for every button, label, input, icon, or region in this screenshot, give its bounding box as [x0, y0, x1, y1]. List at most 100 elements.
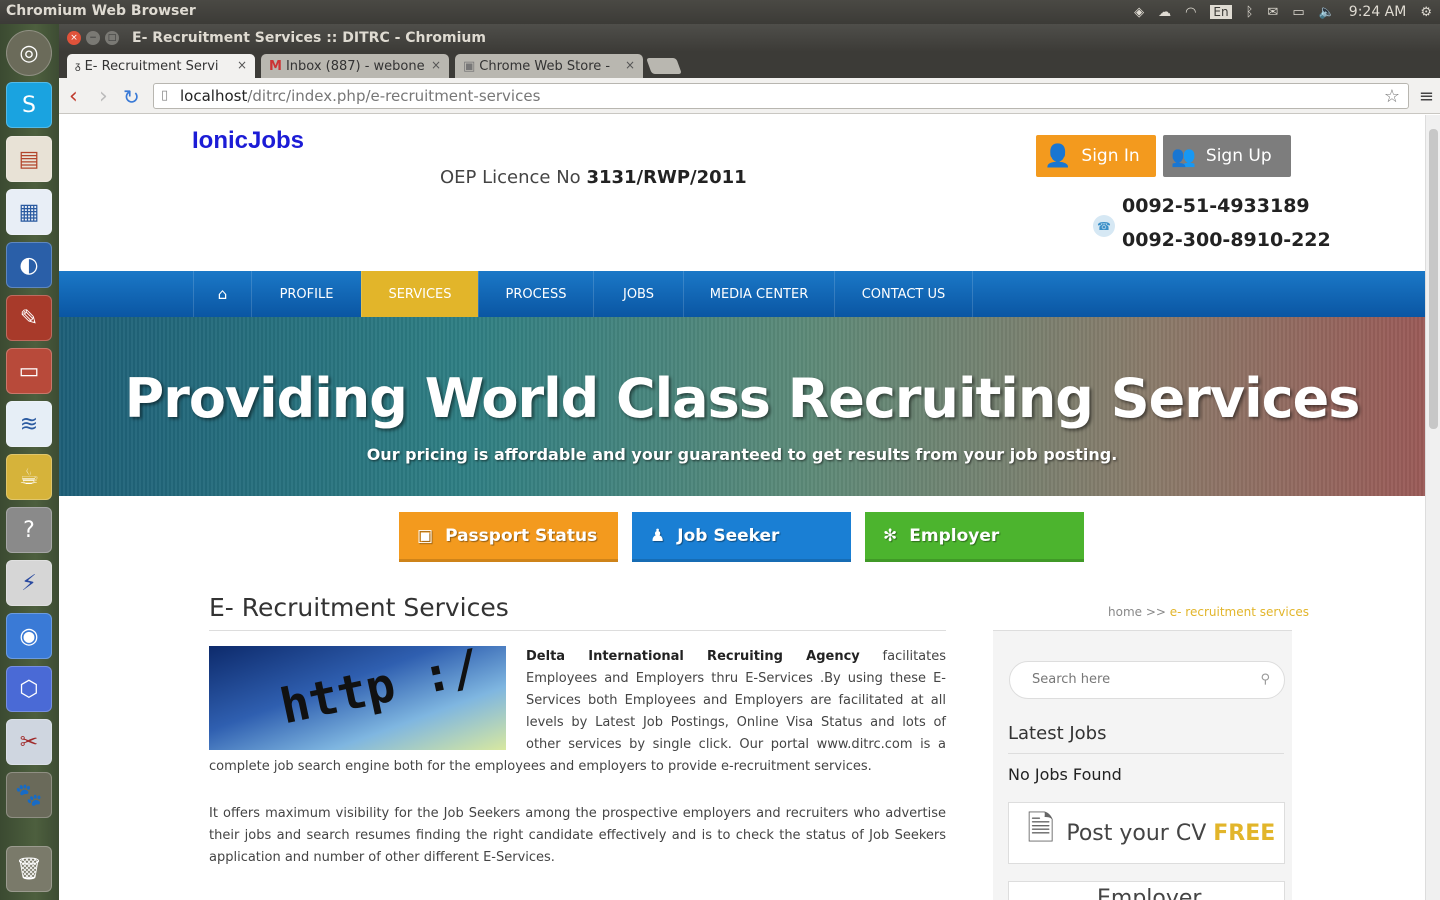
home-icon: ⌂ [217, 285, 228, 303]
nav-profile[interactable]: PROFILE [251, 271, 361, 317]
maximize-icon[interactable]: □ [105, 31, 119, 45]
employer-box-label: Employer [1097, 886, 1202, 900]
passport-status-button[interactable]: ▣ Passport Status [399, 512, 618, 562]
address-bar[interactable]: ▯ localhost/ditrc/index.php/e-recruitmen… [153, 83, 1409, 109]
vertical-scrollbar[interactable] [1425, 115, 1440, 900]
gimp-icon[interactable]: 🐾 [6, 772, 52, 818]
employer-button[interactable]: ✻ Employer [865, 512, 1084, 562]
battery-icon[interactable]: ▭ [1292, 5, 1304, 20]
sign-in-label: Sign In [1081, 146, 1140, 166]
url-path: /ditrc/index.php/e-recruitment-services [247, 87, 541, 105]
phone-icon: ☎ [1093, 215, 1115, 237]
post-cv-button[interactable]: 🗎 Post your CV FREE [1008, 802, 1285, 864]
writer-icon[interactable]: ▦ [6, 189, 52, 235]
skype-icon[interactable]: S [6, 82, 52, 128]
clock[interactable]: 9:24 AM [1349, 4, 1407, 20]
help-icon[interactable]: ? [6, 507, 52, 553]
search-placeholder: Search here [1032, 672, 1111, 687]
sign-up-button[interactable]: 👥 Sign Up [1163, 135, 1291, 177]
job-seeker-label: Job Seeker [677, 525, 780, 546]
agency-name: Delta International Recruiting Agency [526, 649, 860, 664]
tab-close-icon[interactable]: × [237, 58, 247, 72]
system-tools-icon[interactable]: ✎ [6, 295, 52, 341]
latest-jobs-heading: Latest Jobs [1008, 723, 1107, 744]
post-cv-free: FREE [1213, 820, 1276, 846]
volume-muted-icon[interactable]: 🔈 [1319, 5, 1335, 20]
os-app-title: Chromium Web Browser [6, 3, 196, 19]
document-icon: 🗎 [1027, 808, 1055, 849]
archive-icon[interactable]: ▭ [6, 348, 52, 394]
keyboard-layout-indicator[interactable]: En [1210, 5, 1232, 19]
window-titlebar: × − □ E- Recruitment Services :: DITRC -… [59, 24, 1440, 52]
nav-process[interactable]: PROCESS [478, 271, 593, 317]
http-image-text: http :/ [275, 646, 485, 736]
title-divider [209, 630, 946, 631]
sign-in-button[interactable]: 👤 Sign In [1036, 135, 1156, 177]
menu-icon[interactable]: ≡ [1419, 86, 1434, 107]
nav-media-center[interactable]: MEDIA CENTER [683, 271, 834, 317]
tab-e-recruitment[interactable]: ᵹ E- Recruitment Servi × [67, 54, 255, 78]
unity-launcher: ◎ S ▤ ▦ ◐ ✎ ▭ ≋ ☕ ? ⚡ ◉ ⬡ ✂ 🐾 🗑 [0, 24, 59, 900]
screenshot-icon[interactable]: ✂ [6, 719, 52, 765]
paragraph-2: It offers maximum visibility for the Job… [209, 806, 946, 865]
cloud-icon[interactable]: ☁ [1158, 5, 1171, 20]
dropbox-icon[interactable]: ◈ [1134, 5, 1144, 20]
page-title: E- Recruitment Services [209, 593, 509, 622]
passport-status-label: Passport Status [445, 525, 598, 546]
forward-icon[interactable]: › [99, 84, 108, 109]
remote-desktop-icon[interactable]: ⚡ [6, 560, 52, 606]
settings-gear-icon[interactable]: ⚙ [1420, 5, 1432, 20]
breadcrumb-home[interactable]: home >> [1108, 605, 1166, 619]
ubuntu-dash-icon[interactable]: ◎ [6, 30, 52, 76]
users-icon: 👥 [1171, 144, 1196, 168]
employer-box[interactable]: Employer [1008, 881, 1285, 900]
thunderbird-icon[interactable]: ◐ [6, 242, 52, 288]
post-cv-label: Post your CV FREE [1066, 821, 1275, 846]
hero-title: Providing World Class Recruiting Service… [124, 367, 1361, 430]
sign-up-label: Sign Up [1205, 146, 1272, 166]
licence-number: 3131/RWP/2011 [586, 167, 747, 188]
search-input[interactable]: Search here ⚲ [1009, 661, 1285, 699]
virtualbox-icon[interactable]: ⬡ [6, 666, 52, 712]
nav-contact-us[interactable]: CONTACT US [834, 271, 973, 317]
page-icon: ▯ [161, 88, 169, 103]
no-jobs-text: No Jobs Found [1008, 765, 1122, 784]
wifi-icon[interactable]: ◠ [1185, 5, 1196, 20]
search-icon[interactable]: ⚲ [1260, 662, 1270, 698]
delta-favicon-icon: ᵹ [75, 60, 81, 72]
reload-icon[interactable]: ↻ [123, 85, 140, 109]
main-nav: ⌂ PROFILE SERVICES PROCESS JOBS MEDIA CE… [59, 271, 1425, 317]
scrollbar-thumb[interactable] [1429, 129, 1438, 429]
new-tab-button[interactable] [646, 58, 682, 74]
tab-chrome-web-store[interactable]: ▣ Chrome Web Store - × [455, 54, 643, 78]
job-seeker-button[interactable]: ♟ Job Seeker [632, 512, 851, 562]
tab-strip: ᵹ E- Recruitment Servi × M Inbox (887) -… [59, 52, 1440, 78]
mail-icon[interactable]: ✉ [1267, 5, 1278, 20]
chromium-icon[interactable]: ◉ [6, 613, 52, 659]
passport-icon: ▣ [417, 525, 434, 546]
breadcrumb-current: e- recruitment services [1169, 605, 1309, 619]
teapot-icon[interactable]: ☕ [6, 454, 52, 500]
window-title: E- Recruitment Services :: DITRC - Chrom… [132, 30, 486, 46]
tab-label: E- Recruitment Servi [84, 58, 219, 74]
mysql-workbench-icon[interactable]: ≋ [6, 401, 52, 447]
os-top-panel: Chromium Web Browser ◈ ☁ ◠ En ᛒ ✉ ▭ 🔈 9:… [0, 0, 1440, 24]
bluetooth-icon[interactable]: ᛒ [1246, 5, 1254, 20]
licence-label: OEP Licence No [440, 167, 581, 188]
tab-inbox[interactable]: M Inbox (887) - webone × [261, 54, 449, 78]
close-icon[interactable]: × [67, 31, 81, 45]
hero-banner: Providing World Class Recruiting Service… [59, 317, 1425, 496]
nav-jobs[interactable]: JOBS [593, 271, 683, 317]
tab-close-icon[interactable]: × [431, 58, 441, 72]
nav-home[interactable]: ⌂ [193, 271, 251, 317]
back-icon[interactable]: ‹ [69, 84, 78, 109]
minimize-icon[interactable]: − [86, 31, 100, 45]
tab-close-icon[interactable]: × [625, 58, 635, 72]
impress-icon[interactable]: ▤ [6, 136, 52, 182]
trash-icon[interactable]: 🗑 [6, 846, 52, 892]
bookmark-star-icon[interactable]: ☆ [1384, 85, 1400, 109]
licence-info: OEP Licence No 3131/RWP/2011 [440, 167, 747, 188]
nav-services[interactable]: SERVICES [361, 271, 478, 317]
site-logo[interactable]: IonicJobs [192, 127, 304, 155]
breadcrumb: home >> e- recruitment services [1108, 605, 1309, 619]
